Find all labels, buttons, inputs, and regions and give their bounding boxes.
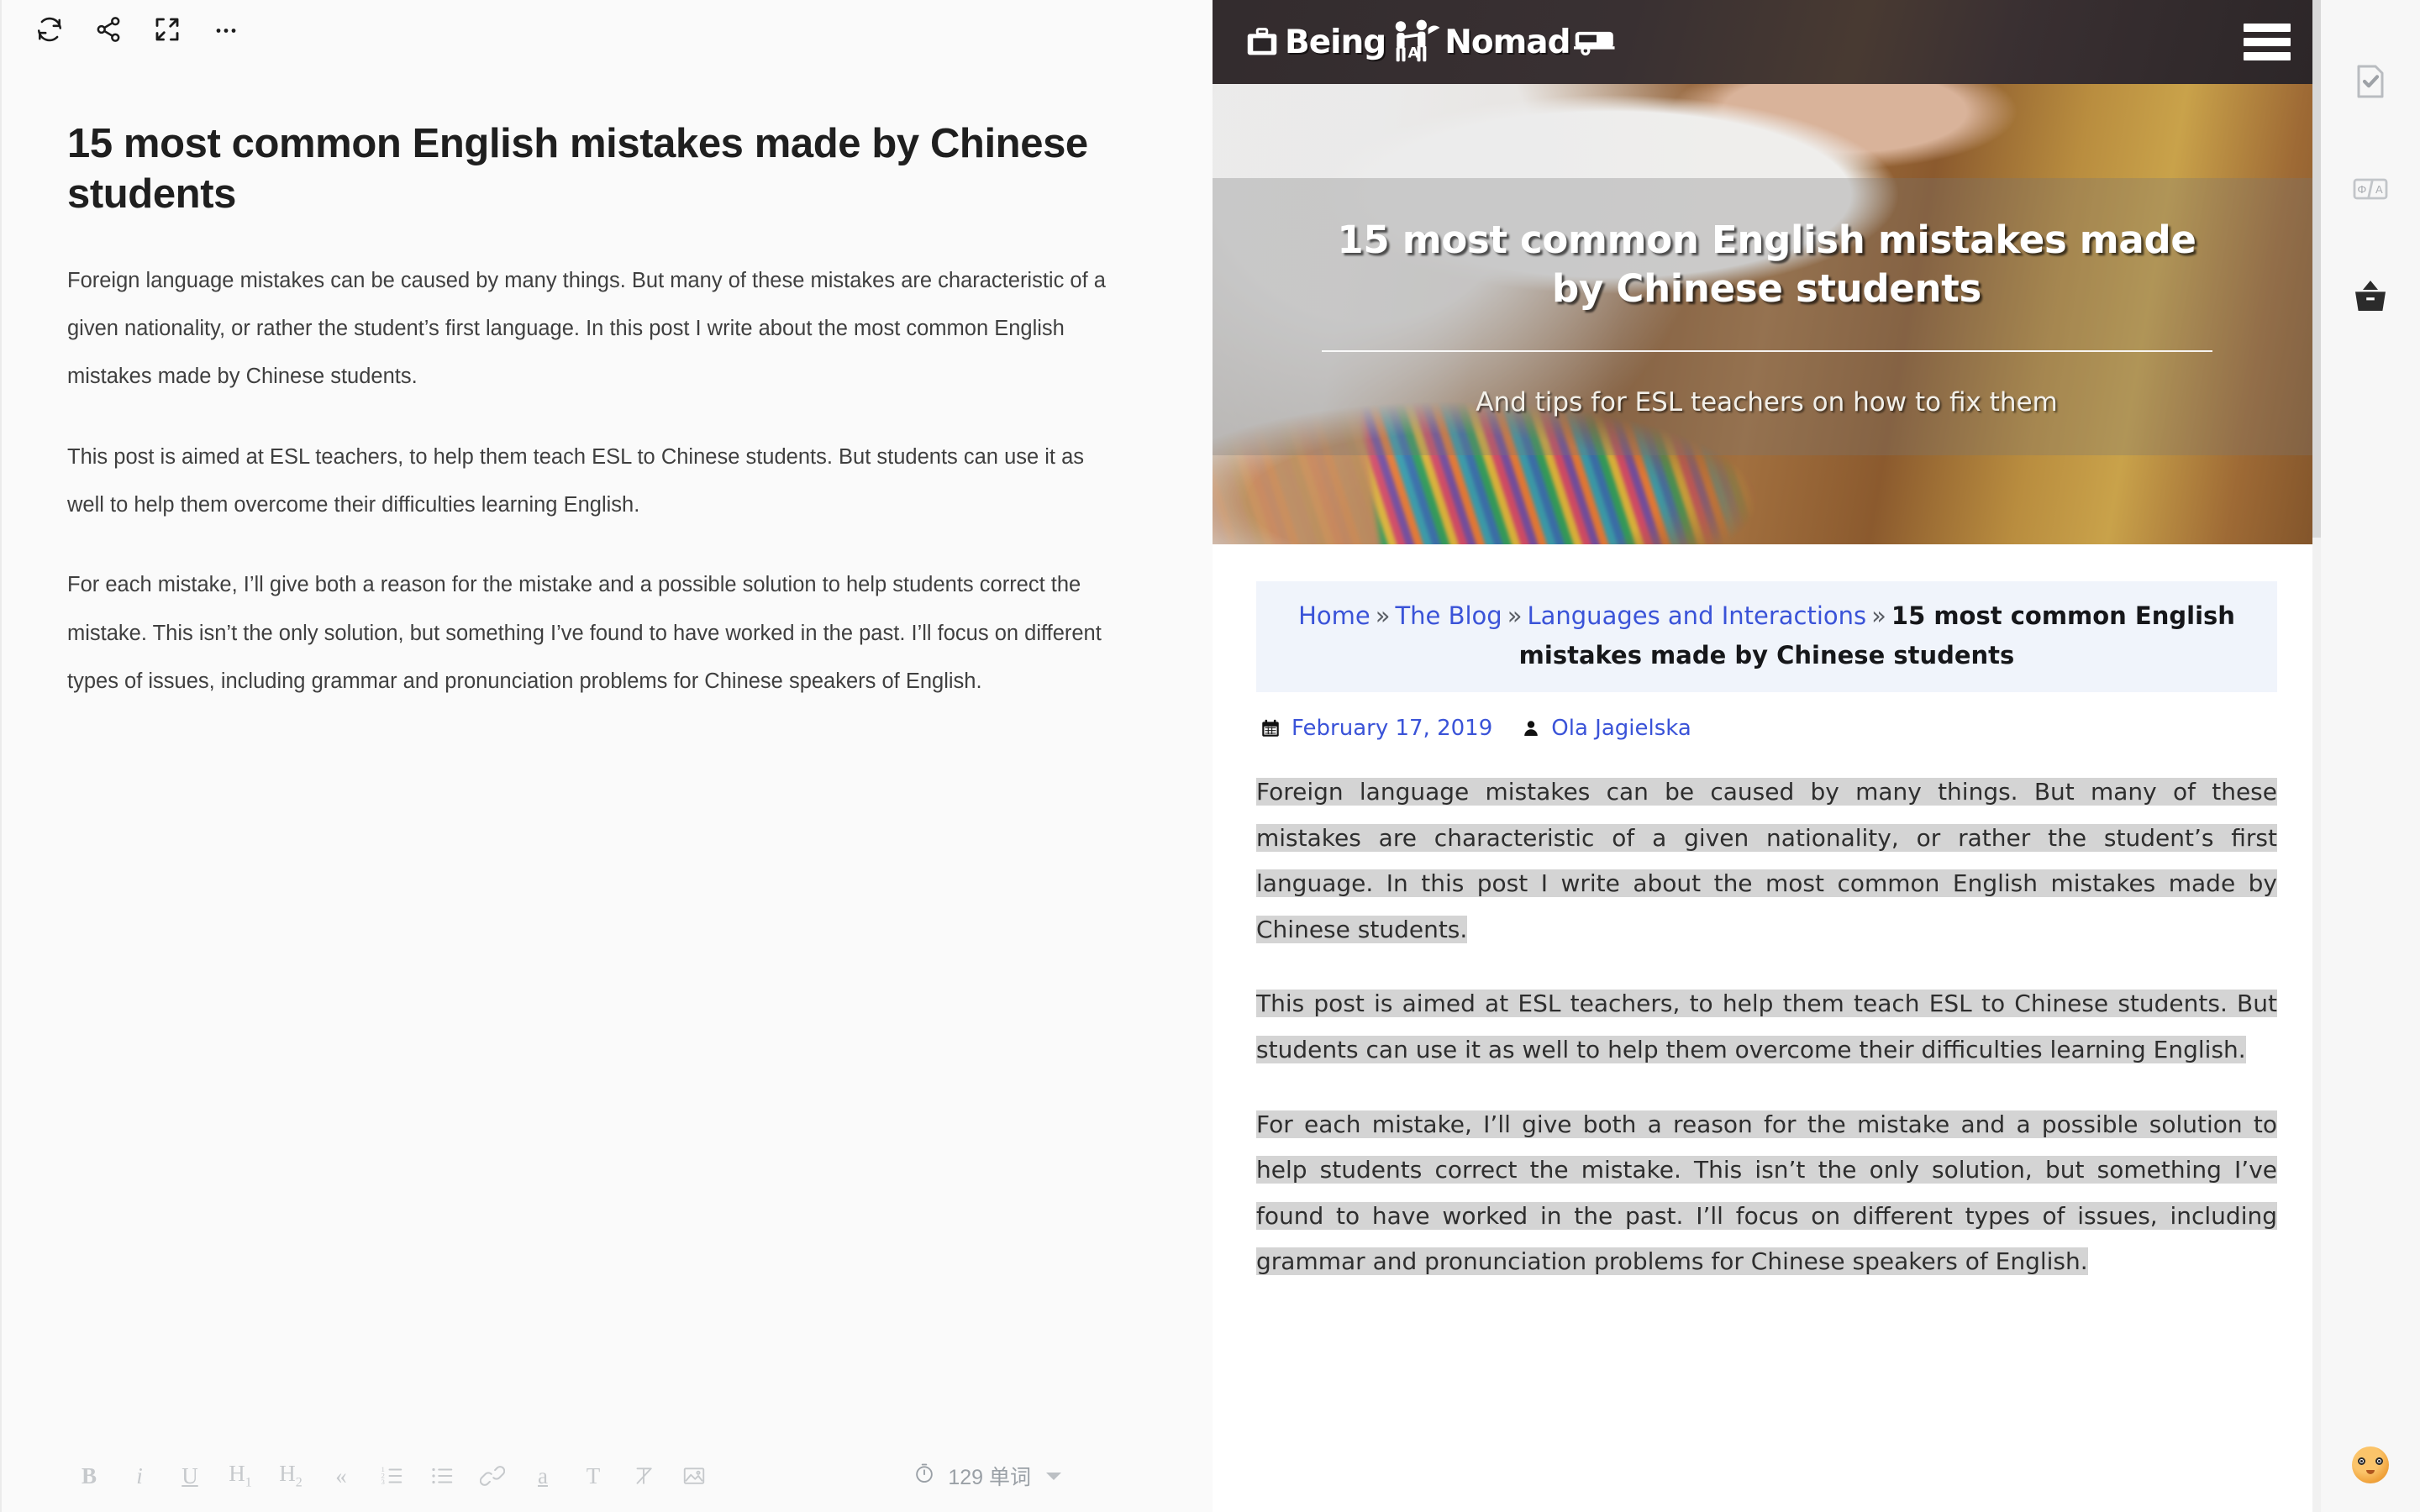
document-title[interactable]: 15 most common English mistakes made by … [67,119,1101,220]
app-window: 15 most common English mistakes made by … [0,0,2420,1512]
hero-title: 15 most common English mistakes made by … [1337,218,2196,311]
hero-divider [1321,349,2212,352]
underline-button[interactable]: U [165,1452,215,1499]
editor-document[interactable]: 15 most common English mistakes made by … [2,59,1213,1440]
sync-icon[interactable] [20,4,79,55]
svg-text:A: A [1408,45,1420,62]
site-header: Being Nomad Being A Nomad [1213,0,2321,84]
post-author[interactable]: Ola Jagielska [1551,716,1691,741]
collect-box-icon[interactable] [2339,265,2402,328]
heading-2-button[interactable]: H2 [266,1452,316,1499]
post-date[interactable]: February 17, 2019 [1292,716,1492,741]
highlight-button[interactable]: a [518,1452,568,1499]
proofread-icon[interactable] [2339,50,2402,113]
chevron-down-icon[interactable] [1046,1472,1061,1480]
word-count[interactable]: 129 单词 [913,1461,1179,1491]
right-tool-strip: Ф A [2321,0,2420,1512]
document-paragraph[interactable]: This post is aimed at ESL teachers, to h… [67,433,1113,530]
hero-subtitle: And tips for ESL teachers on how to fix … [1476,386,2058,417]
editor-top-toolbar [2,0,1213,59]
site-logo-nomad: Nomad [1444,23,1570,61]
link-icon[interactable] [467,1452,518,1499]
document-paragraph[interactable]: Foreign language mistakes can be caused … [67,257,1113,402]
article-body: Home» The Blog» Languages and Interactions… [1213,544,2321,1285]
svg-text:Ф: Ф [2357,184,2366,197]
suitcase-icon [1243,23,1281,61]
editor-pane: 15 most common English mistakes made by … [0,0,1213,1512]
calendar-icon [1260,717,1281,739]
selected-text: For each mistake, I’ll give both a reaso… [1256,1110,2277,1276]
breadcrumb-separator: » [1375,601,1391,630]
emoji-face-icon[interactable] [2352,1446,2389,1483]
web-preview-pane[interactable]: Being Nomad Being A Nomad [1213,0,2321,1512]
post-meta: February 17, 2019 Ola Jagielska [1260,716,2277,741]
breadcrumb-item-home[interactable]: Home [1298,601,1370,630]
family-figures-icon: A [1389,18,1441,66]
more-icon[interactable] [197,4,255,55]
timer-icon [913,1462,936,1491]
italic-button[interactable]: i [114,1452,165,1499]
article-paragraph[interactable]: Foreign language mistakes can be caused … [1256,769,2277,953]
svg-text:A: A [2375,184,2383,197]
user-icon [1521,718,1541,738]
breadcrumb-separator: » [1507,601,1523,630]
translate-icon[interactable]: Ф A [2339,158,2402,220]
heading-1-button[interactable]: H1 [215,1452,266,1499]
site-logo-being: Being [1285,23,1386,61]
text-color-button[interactable]: T [568,1452,618,1499]
article-paragraph[interactable]: This post is aimed at ESL teachers, to h… [1256,981,2277,1073]
fullscreen-icon[interactable] [138,4,197,55]
svg-text:3: 3 [381,1478,386,1486]
article-paragraph[interactable]: For each mistake, I’ll give both a reaso… [1256,1102,2277,1285]
site-logo[interactable]: Being Nomad Being A Nomad [1243,18,1618,66]
breadcrumb-item-languages-and-interactions[interactable]: Languages and Interactions [1527,601,1866,630]
blockquote-button[interactable]: « [316,1452,366,1499]
ordered-list-button[interactable]: 1 2 3 [366,1452,417,1499]
format-button-group: B i U H1 H2 « 1 2 3 a T [64,1452,719,1499]
caravan-icon [1573,25,1618,59]
clear-format-icon[interactable] [618,1452,669,1499]
bold-button[interactable]: B [64,1452,114,1499]
breadcrumb-item-the-blog[interactable]: The Blog [1395,601,1502,630]
hero-banner: 15 most common English mistakes made by … [1213,84,2321,544]
selected-text: Foreign language mistakes can be caused … [1256,777,2277,943]
share-icon[interactable] [79,4,138,55]
hamburger-menu-icon[interactable] [2244,24,2291,60]
editor-format-toolbar: B i U H1 H2 « 1 2 3 a T 129 单词 [2,1440,1213,1512]
image-icon[interactable] [669,1452,719,1499]
breadcrumb: Home» The Blog» Languages and Interactions… [1256,581,2277,692]
selected-text: This post is aimed at ESL teachers, to h… [1256,990,2277,1063]
document-paragraph[interactable]: For each mistake, I’ll give both a reaso… [67,561,1113,706]
word-count-label: 129 单词 [948,1466,1031,1489]
hero-content: 15 most common English mistakes made by … [1213,178,2321,455]
breadcrumb-separator: » [1871,601,1886,630]
bullet-list-button[interactable] [417,1452,467,1499]
